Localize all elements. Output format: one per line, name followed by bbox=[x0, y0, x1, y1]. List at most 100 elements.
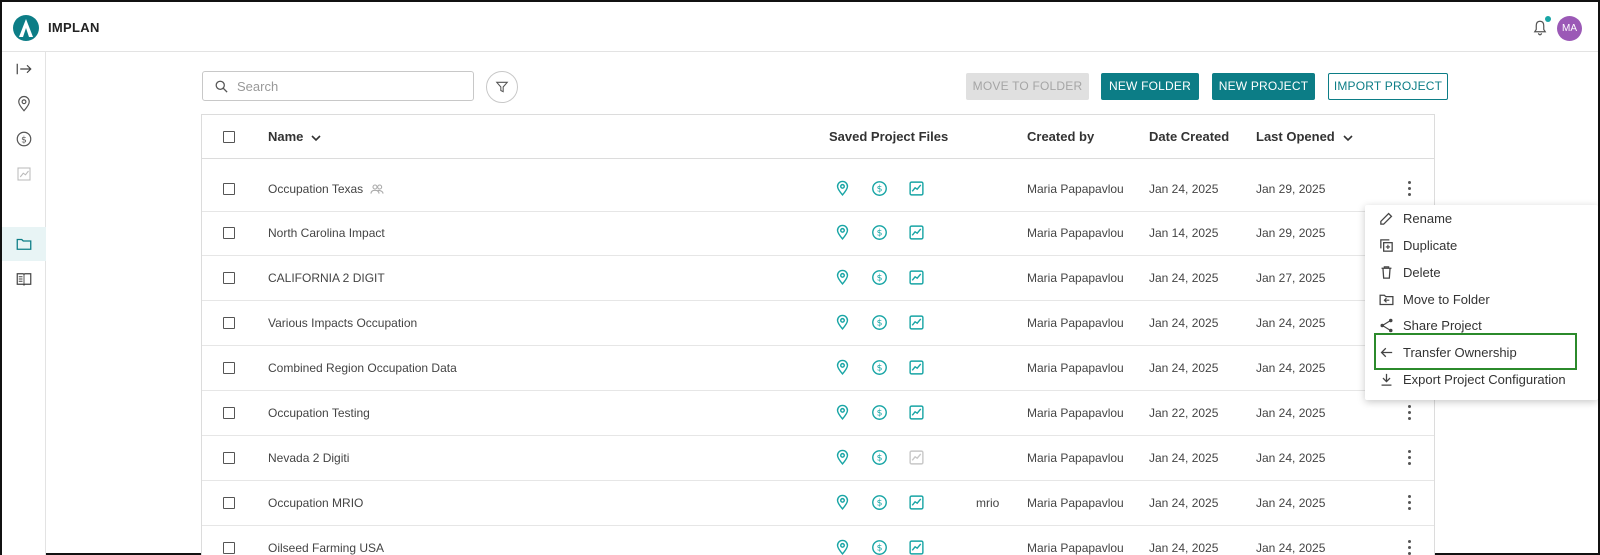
menu-item-export-project-configuration[interactable]: Export Project Configuration bbox=[1365, 366, 1598, 393]
user-avatar[interactable]: MA bbox=[1557, 16, 1582, 41]
implan-logo-icon[interactable] bbox=[13, 15, 39, 41]
impact-file-icon[interactable]: $ bbox=[871, 180, 888, 197]
svg-text:$: $ bbox=[877, 408, 883, 419]
menu-item-move-to-folder[interactable]: Move to Folder bbox=[1365, 286, 1598, 313]
project-context-menu: Rename Duplicate Delete Move to Folder Share… bbox=[1365, 205, 1598, 400]
search-box[interactable] bbox=[202, 71, 474, 101]
row-checkbox[interactable] bbox=[223, 497, 235, 509]
import-project-button[interactable]: IMPORT PROJECT bbox=[1328, 73, 1448, 100]
row-more-options-icon[interactable] bbox=[1407, 495, 1411, 511]
sidebar-item-impacts[interactable]: $ bbox=[2, 122, 46, 156]
impact-file-icon[interactable]: $ bbox=[871, 449, 888, 466]
select-all-checkbox[interactable] bbox=[223, 131, 235, 143]
last-opened: Jan 27, 2025 bbox=[1256, 271, 1326, 285]
filter-icon bbox=[495, 81, 509, 93]
impact-file-icon[interactable]: $ bbox=[871, 224, 888, 241]
date-created: Jan 24, 2025 bbox=[1149, 316, 1219, 330]
created-by-column-header[interactable]: Created by bbox=[1027, 129, 1094, 144]
region-file-icon[interactable] bbox=[834, 404, 851, 421]
results-chart-icon[interactable] bbox=[908, 224, 925, 241]
name-column-header[interactable]: Name bbox=[268, 129, 321, 144]
table-row[interactable]: Occupation MRIO $ mrio Maria Papapavlou Jan … bbox=[202, 481, 1434, 526]
dollar-icon: $ bbox=[16, 131, 32, 147]
row-checkbox[interactable] bbox=[223, 317, 235, 329]
impact-file-icon[interactable]: $ bbox=[871, 539, 888, 555]
impact-file-icon[interactable]: $ bbox=[871, 314, 888, 331]
date-created: Jan 24, 2025 bbox=[1149, 361, 1219, 375]
row-checkbox[interactable] bbox=[223, 407, 235, 419]
project-name[interactable]: North Carolina Impact bbox=[268, 226, 385, 240]
svg-text:$: $ bbox=[877, 318, 883, 329]
row-checkbox[interactable] bbox=[223, 362, 235, 374]
date-created: Jan 24, 2025 bbox=[1149, 182, 1219, 196]
search-input[interactable] bbox=[237, 76, 467, 96]
project-name[interactable]: Occupation Testing bbox=[268, 406, 370, 420]
project-name[interactable]: Oilseed Farming USA bbox=[268, 541, 384, 555]
book-icon bbox=[16, 273, 32, 286]
svg-text:$: $ bbox=[877, 498, 883, 509]
results-chart-icon[interactable] bbox=[908, 269, 925, 286]
region-file-icon[interactable] bbox=[834, 494, 851, 511]
menu-item-delete[interactable]: Delete bbox=[1365, 259, 1598, 286]
row-checkbox[interactable] bbox=[223, 227, 235, 239]
new-project-button[interactable]: NEW PROJECT bbox=[1212, 73, 1315, 100]
table-row[interactable]: Occupation Testing $ Maria Papapavlou Jan 2… bbox=[202, 391, 1434, 436]
row-checkbox[interactable] bbox=[223, 542, 235, 554]
date-created: Jan 24, 2025 bbox=[1149, 496, 1219, 510]
table-row[interactable]: Nevada 2 Digiti $ Maria Papapavlou Jan 24, … bbox=[202, 436, 1434, 481]
impact-file-icon[interactable]: $ bbox=[871, 359, 888, 376]
region-file-icon[interactable] bbox=[834, 269, 851, 286]
impact-file-icon[interactable]: $ bbox=[871, 404, 888, 421]
table-row[interactable]: North Carolina Impact $ Maria Papapavlou Ja… bbox=[202, 211, 1434, 256]
menu-item-rename[interactable]: Rename bbox=[1365, 205, 1598, 232]
menu-item-duplicate[interactable]: Duplicate bbox=[1365, 232, 1598, 259]
region-file-icon[interactable] bbox=[834, 314, 851, 331]
sidebar-item-help[interactable] bbox=[2, 262, 46, 296]
row-more-options-icon[interactable] bbox=[1407, 540, 1411, 555]
region-file-icon[interactable] bbox=[834, 224, 851, 241]
table-row[interactable]: Occupation Texas $ Maria Papapavlou Jan 24,… bbox=[202, 167, 1434, 212]
project-name[interactable]: Occupation Texas bbox=[268, 182, 363, 196]
expand-sidebar-button[interactable] bbox=[2, 52, 46, 86]
shared-people-icon bbox=[370, 184, 384, 194]
results-chart-icon bbox=[908, 449, 925, 466]
results-chart-icon[interactable] bbox=[908, 180, 925, 197]
results-chart-icon[interactable] bbox=[908, 314, 925, 331]
table-row[interactable]: CALIFORNIA 2 DIGIT $ Maria Papapavlou Jan 2… bbox=[202, 256, 1434, 301]
table-row[interactable]: Various Impacts Occupation $ Maria Papapav… bbox=[202, 301, 1434, 346]
row-checkbox[interactable] bbox=[223, 272, 235, 284]
results-chart-icon[interactable] bbox=[908, 404, 925, 421]
row-checkbox[interactable] bbox=[223, 183, 235, 195]
sidebar-item-regions[interactable] bbox=[2, 87, 46, 121]
created-by: Maria Papapavlou bbox=[1027, 406, 1124, 420]
sidebar-item-results[interactable] bbox=[2, 157, 46, 191]
project-name[interactable]: Nevada 2 Digiti bbox=[268, 451, 349, 465]
project-name[interactable]: Combined Region Occupation Data bbox=[268, 361, 457, 375]
impact-file-icon[interactable]: $ bbox=[871, 269, 888, 286]
last-opened-column-header[interactable]: Last Opened bbox=[1256, 129, 1353, 144]
project-name[interactable]: Various Impacts Occupation bbox=[268, 316, 417, 330]
row-more-options-icon[interactable] bbox=[1407, 181, 1411, 197]
region-file-icon[interactable] bbox=[834, 180, 851, 197]
row-more-options-icon[interactable] bbox=[1407, 405, 1411, 421]
move-to-folder-button[interactable]: MOVE TO FOLDER bbox=[966, 73, 1089, 100]
sidebar-item-projects[interactable] bbox=[2, 227, 46, 261]
region-file-icon[interactable] bbox=[834, 359, 851, 376]
project-name[interactable]: Occupation MRIO bbox=[268, 496, 363, 510]
results-chart-icon[interactable] bbox=[908, 539, 925, 555]
results-chart-icon[interactable] bbox=[908, 359, 925, 376]
menu-item-label: Export Project Configuration bbox=[1403, 372, 1566, 387]
region-file-icon[interactable] bbox=[834, 449, 851, 466]
project-name[interactable]: CALIFORNIA 2 DIGIT bbox=[268, 271, 385, 285]
date-created-column-header[interactable]: Date Created bbox=[1149, 129, 1229, 144]
results-chart-icon[interactable] bbox=[908, 494, 925, 511]
filter-button[interactable] bbox=[486, 71, 518, 103]
table-row[interactable]: Combined Region Occupation Data $ Maria Pa… bbox=[202, 346, 1434, 391]
row-checkbox[interactable] bbox=[223, 452, 235, 464]
impact-file-icon[interactable]: $ bbox=[871, 494, 888, 511]
row-more-options-icon[interactable] bbox=[1407, 450, 1411, 466]
new-folder-button[interactable]: NEW FOLDER bbox=[1101, 73, 1199, 100]
table-row[interactable]: Oilseed Farming USA $ Maria Papapavlou Jan … bbox=[202, 526, 1434, 555]
region-file-icon[interactable] bbox=[834, 539, 851, 555]
menu-item-label: Duplicate bbox=[1403, 238, 1458, 253]
